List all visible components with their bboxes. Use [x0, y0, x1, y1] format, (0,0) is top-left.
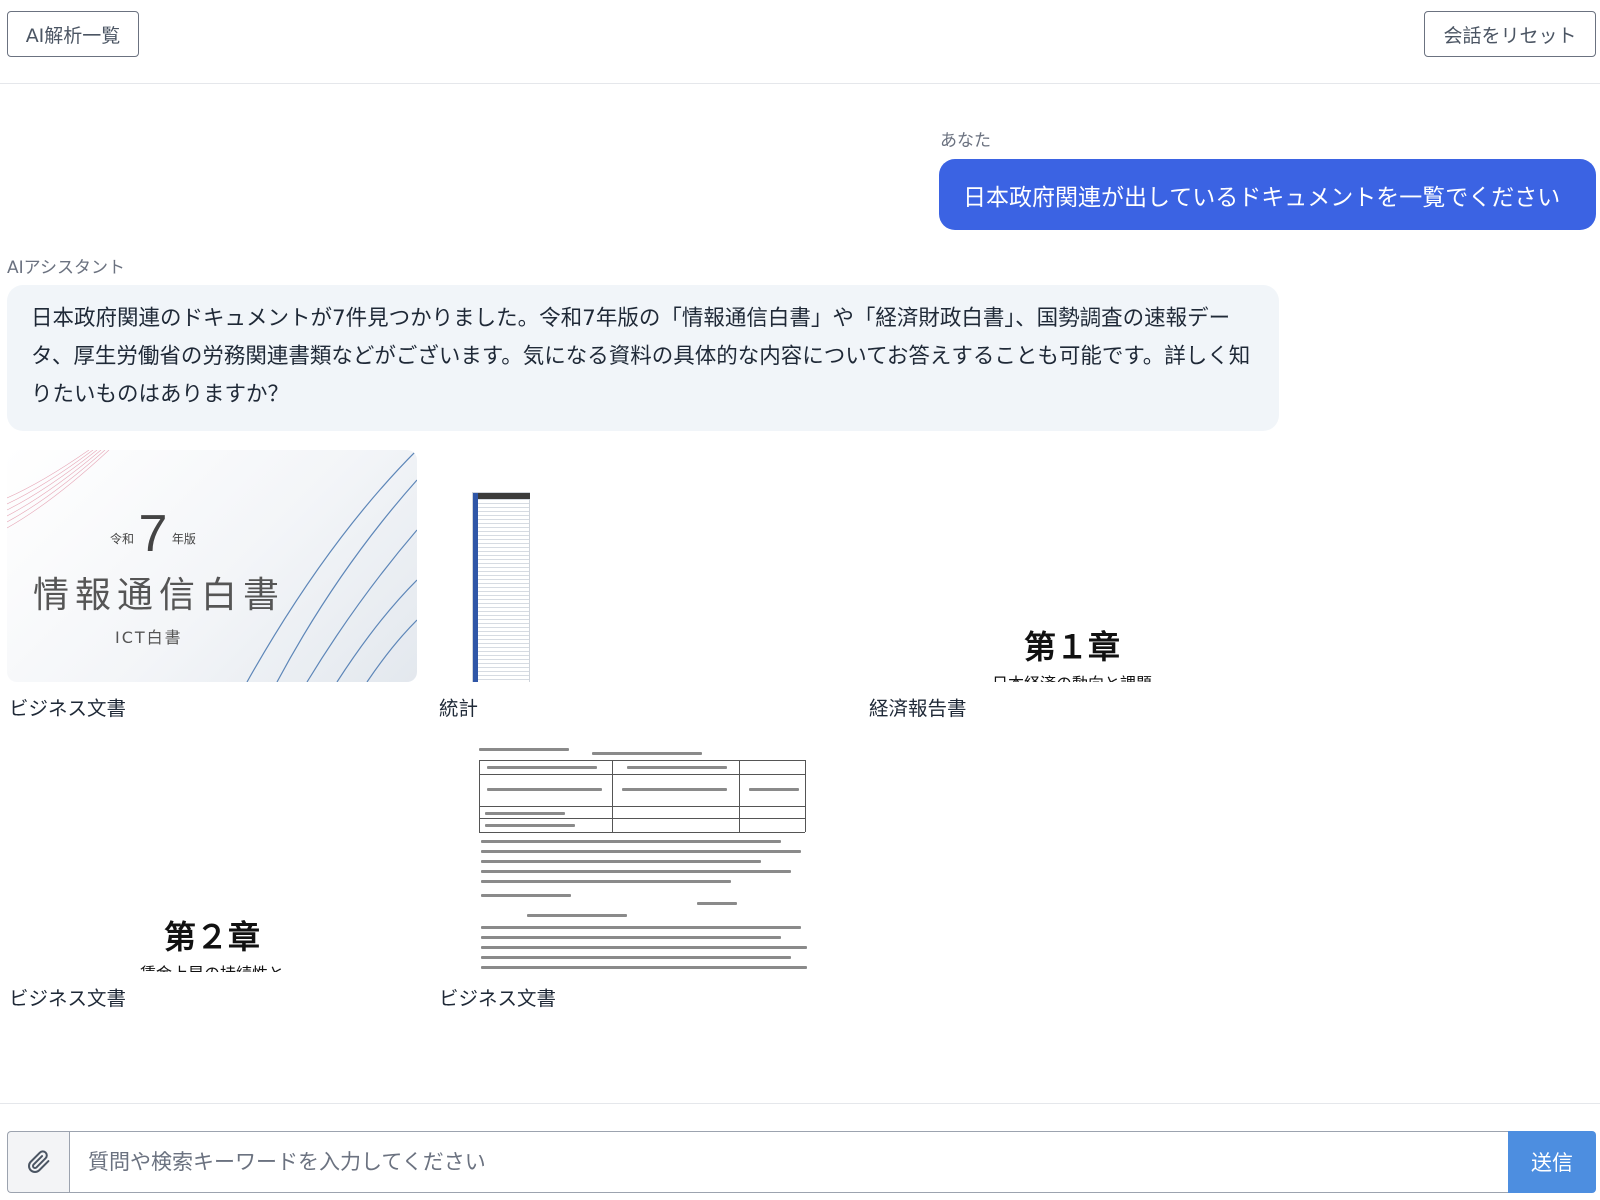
document-thumbnail[interactable]: 第２章 賃金上昇の持続性と	[7, 740, 417, 972]
chat-input[interactable]	[69, 1131, 1508, 1193]
user-message-bubble: 日本政府関連が出しているドキュメントを一覧でください	[939, 159, 1596, 230]
document-category-label: 統計	[439, 697, 479, 720]
document-category-label: ビジネス文書	[9, 987, 127, 1010]
labor-form-preview	[477, 746, 807, 972]
document-thumbnail[interactable]	[437, 450, 847, 682]
white-paper-subtitle: ICT白書	[115, 628, 183, 647]
assistant-message-bubble: 日本政府関連のドキュメントが7件見つかりました。令和7年版の「情報通信白書」や「…	[7, 285, 1279, 431]
composer-bar: 送信	[0, 1103, 1600, 1200]
top-bar: AI解析一覧 会話をリセット	[0, 0, 1600, 84]
ai-analysis-list-button[interactable]: AI解析一覧	[7, 11, 139, 57]
document-card[interactable]: 第２章 賃金上昇の持続性と ビジネス文書	[7, 740, 417, 1011]
document-thumbnail[interactable]: 第１章 日本経済の動向と課題	[867, 450, 1277, 682]
chapter-subheading: 賃金上昇の持続性と	[7, 960, 417, 972]
document-category-label: ビジネス文書	[9, 697, 127, 720]
document-card[interactable]: 令和 7 年版 情報通信白書 ICT白書 ビジネス文書	[7, 450, 417, 721]
document-card[interactable]: 統計	[437, 450, 847, 721]
statistics-table-preview	[472, 492, 530, 682]
reset-conversation-button[interactable]: 会話をリセット	[1424, 11, 1596, 57]
user-sender-label: あなた	[940, 131, 991, 151]
paperclip-icon	[27, 1150, 49, 1173]
send-button[interactable]: 送信	[1508, 1131, 1596, 1193]
attach-file-button[interactable]	[7, 1131, 69, 1193]
chapter-subheading: 日本経済の動向と課題	[867, 670, 1277, 682]
assistant-sender-label: AIアシスタント	[7, 258, 125, 278]
composer-input-group: 送信	[7, 1131, 1596, 1193]
document-thumbnail[interactable]	[437, 740, 847, 972]
document-category-label: ビジネス文書	[439, 987, 557, 1010]
document-category-label: 経済報告書	[869, 697, 967, 720]
document-card[interactable]: 第１章 日本経済の動向と課題 経済報告書	[867, 450, 1277, 721]
chapter-heading: 第１章	[1023, 628, 1120, 666]
document-card[interactable]: ビジネス文書	[437, 740, 847, 1011]
white-paper-title: 情報通信白書	[33, 575, 286, 616]
document-thumbnail[interactable]: 令和 7 年版 情報通信白書 ICT白書	[7, 450, 417, 682]
white-paper-year: 令和 7 年版	[110, 505, 196, 563]
chapter-heading: 第２章	[163, 918, 260, 956]
